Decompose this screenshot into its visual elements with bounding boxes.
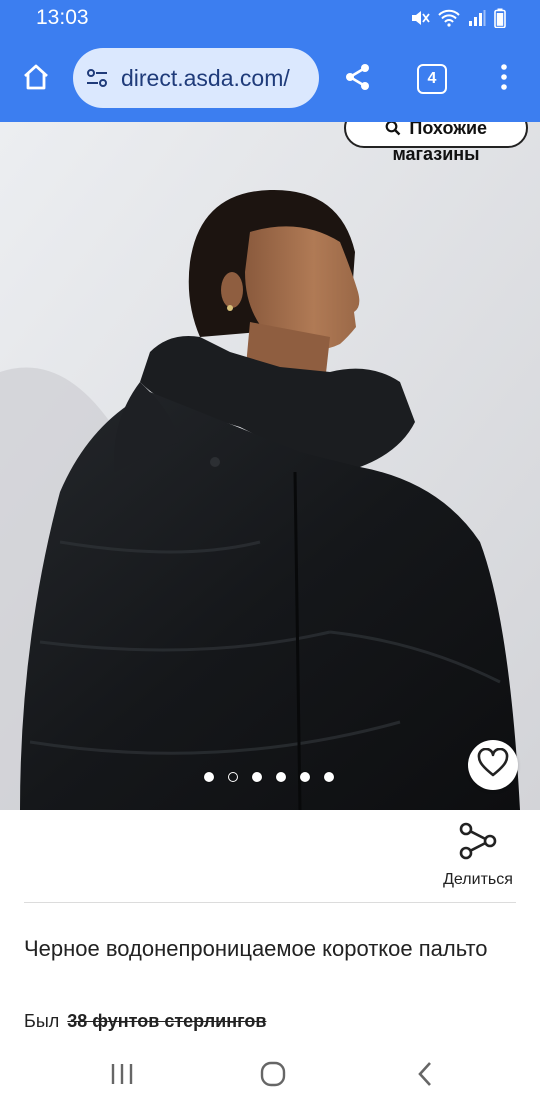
recents-button[interactable]: [97, 1056, 147, 1096]
gallery-dot[interactable]: [300, 772, 310, 782]
share-label: Делиться: [443, 871, 513, 888]
product-image-gallery[interactable]: Похожие магазины: [0, 122, 540, 810]
gallery-dot[interactable]: [324, 772, 334, 782]
home-icon: [21, 62, 51, 97]
signal-icon: [468, 9, 486, 27]
recents-icon: [110, 1063, 134, 1090]
tab-count: 4: [417, 64, 447, 94]
back-button[interactable]: [400, 1056, 450, 1096]
battery-icon: [494, 8, 506, 28]
price-row: Был 38 фунтов стерлингов: [24, 1011, 266, 1032]
browser-chrome: 13:03 direct.asda.com/ 4: [0, 0, 540, 122]
home-circle-icon: [260, 1061, 286, 1092]
divider: [24, 902, 516, 903]
similar-shops-line1-wrap: Похожие: [346, 122, 526, 139]
gallery-dot-active[interactable]: [228, 772, 238, 782]
more-vertical-icon: [499, 62, 509, 97]
share-product-button[interactable]: Делиться: [430, 822, 526, 889]
wifi-icon: [438, 9, 460, 27]
heart-icon: [477, 747, 509, 783]
back-chevron-icon: [417, 1061, 433, 1092]
price-prefix: Был: [24, 1011, 60, 1031]
home-button[interactable]: [6, 36, 66, 122]
browser-menu-button[interactable]: [474, 36, 534, 122]
was-price: 38 фунтов стерлингов: [67, 1011, 267, 1031]
share-icon: [343, 62, 373, 97]
search-icon: [385, 122, 405, 138]
gallery-dot[interactable]: [204, 772, 214, 782]
address-bar[interactable]: direct.asda.com/: [73, 48, 319, 108]
tabs-button[interactable]: 4: [402, 36, 462, 122]
mute-icon: [410, 9, 430, 27]
gallery-dot[interactable]: [252, 772, 262, 782]
product-title: Черное водонепроницаемое короткое пальто: [24, 936, 488, 961]
similar-shops-label-line1: Похожие: [409, 122, 488, 138]
similar-shops-label-line2: магазины: [392, 144, 480, 164]
system-home-button[interactable]: [248, 1056, 298, 1096]
status-time: 13:03: [36, 6, 89, 29]
favorite-button[interactable]: [468, 740, 518, 790]
system-navigation-bar: [0, 1044, 540, 1110]
status-icons: [410, 8, 506, 28]
site-settings-icon[interactable]: [85, 66, 109, 90]
share-nodes-icon: [459, 822, 497, 864]
product-photo: [0, 122, 540, 810]
url-text: direct.asda.com/: [121, 64, 290, 91]
browser-share-button[interactable]: [328, 36, 388, 122]
gallery-dots: [204, 772, 334, 782]
status-bar: 13:03: [0, 0, 540, 36]
browser-toolbar: direct.asda.com/ 4: [0, 36, 540, 122]
gallery-dot[interactable]: [276, 772, 286, 782]
